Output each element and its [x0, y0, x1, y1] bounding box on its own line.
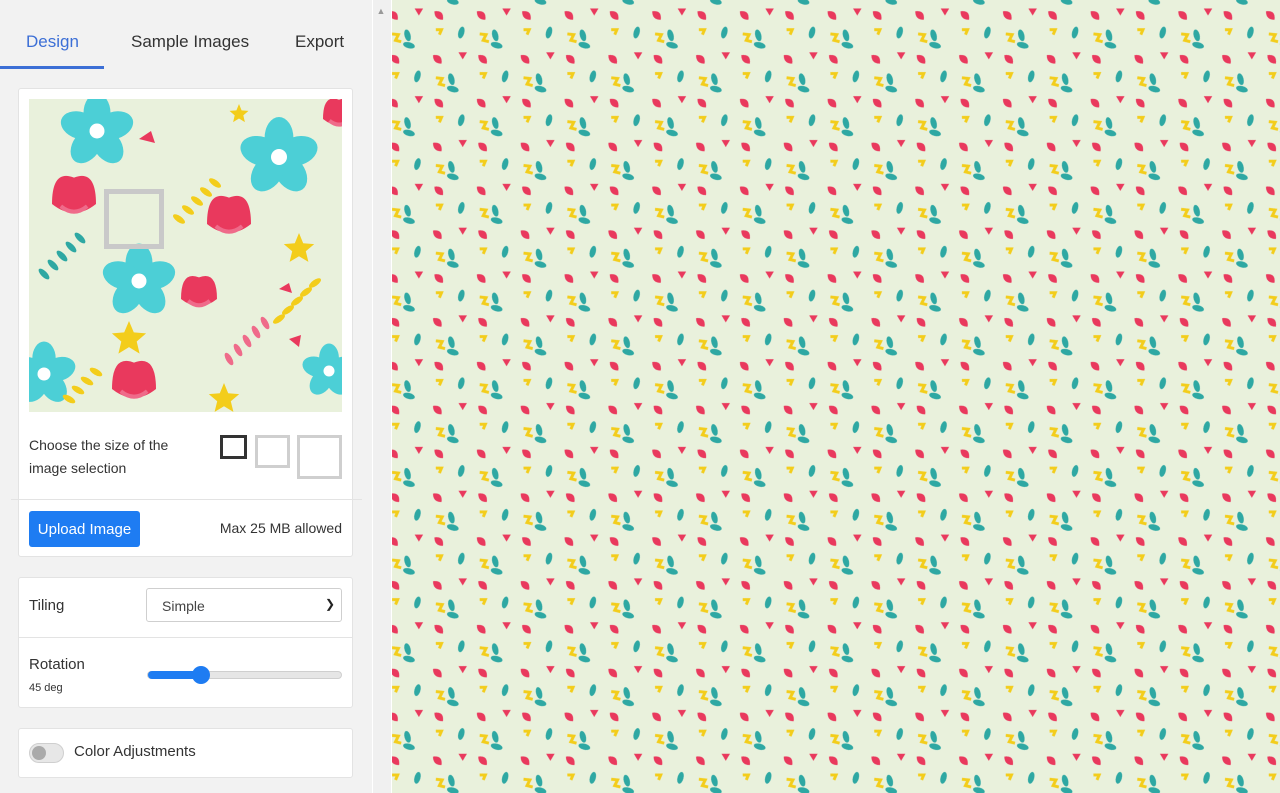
active-tab-indicator	[0, 66, 104, 69]
size-option-small[interactable]	[220, 435, 247, 459]
tab-bar: Design Sample Images Export	[0, 0, 372, 70]
sidebar-scrollbar[interactable]	[373, 0, 391, 793]
color-adjustments-label: Color Adjustments	[74, 743, 196, 760]
color-adjustments-toggle[interactable]	[29, 743, 64, 763]
pattern-canvas	[392, 0, 1280, 793]
scroll-up-arrow-icon[interactable]: ▲	[376, 6, 386, 16]
rotation-slider-thumb[interactable]	[191, 666, 210, 684]
card-divider	[11, 499, 362, 500]
size-option-large[interactable]	[297, 435, 342, 479]
size-option-medium[interactable]	[255, 435, 290, 468]
tab-design[interactable]: Design	[26, 32, 79, 52]
tab-sample-images[interactable]: Sample Images	[131, 32, 249, 52]
tiled-pattern	[392, 0, 1280, 793]
rotation-label: Rotation	[29, 656, 85, 673]
sidebar-panel: Design Sample Images Export Choose the s…	[0, 0, 372, 793]
floral-image	[29, 99, 342, 412]
max-size-note: Max 25 MB allowed	[219, 520, 342, 536]
tab-export[interactable]: Export	[295, 32, 344, 52]
settings-card: Tiling Simple ❯ Rotation 45 deg	[18, 577, 353, 708]
selection-box[interactable]	[104, 189, 164, 249]
image-card: Choose the size of the image selection U…	[11, 88, 362, 557]
source-image-preview[interactable]	[29, 99, 342, 412]
tiling-select-value: Simple	[162, 598, 205, 614]
rotation-slider[interactable]	[147, 666, 342, 684]
tiling-select[interactable]: Simple ❯	[146, 588, 342, 622]
toggle-knob	[32, 746, 46, 760]
rotation-value: 45 deg	[29, 682, 63, 694]
color-adjustments-card: Color Adjustments	[18, 728, 353, 778]
upload-image-button[interactable]: Upload Image	[29, 511, 140, 547]
tiling-label: Tiling	[29, 597, 65, 614]
chevron-down-icon: ❯	[324, 597, 335, 611]
row-divider	[19, 637, 352, 638]
size-label: Choose the size of the image selection	[29, 437, 169, 476]
